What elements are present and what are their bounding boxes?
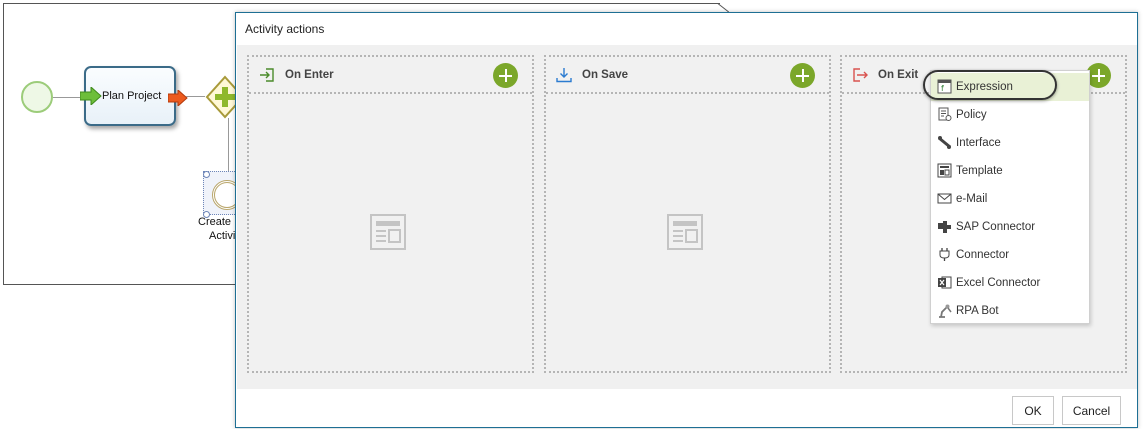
event-label-line2: Activi bbox=[209, 230, 236, 242]
panel-title: On Exit bbox=[878, 69, 919, 81]
expression-icon: f bbox=[937, 79, 952, 94]
cancel-button[interactable]: Cancel bbox=[1062, 396, 1121, 425]
selection-handle[interactable] bbox=[203, 171, 210, 178]
menu-item-rpa-bot[interactable]: RPA Bot bbox=[931, 297, 1089, 325]
menu-item-label: Expression bbox=[956, 81, 1013, 93]
task-plan-project[interactable]: Plan Project bbox=[80, 66, 188, 126]
dialog-title: Activity actions bbox=[245, 22, 325, 36]
sequence-flow bbox=[186, 96, 205, 97]
panel-title: On Enter bbox=[285, 69, 334, 81]
empty-placeholder-icon bbox=[370, 214, 406, 250]
menu-item-email[interactable]: e-Mail bbox=[931, 185, 1089, 213]
panel-on-enter: On Enter bbox=[247, 55, 534, 373]
menu-item-label: Excel Connector bbox=[956, 277, 1041, 289]
menu-item-excel-connector[interactable]: Excel Connector bbox=[931, 269, 1089, 297]
connector-icon bbox=[939, 248, 950, 261]
add-action-button[interactable] bbox=[493, 63, 518, 88]
panel-header: On Save bbox=[546, 57, 829, 94]
excel-icon bbox=[938, 276, 952, 289]
dialog-footer: OK Cancel bbox=[236, 389, 1137, 429]
add-action-button[interactable] bbox=[790, 63, 815, 88]
menu-item-label: Connector bbox=[956, 249, 1010, 261]
svg-text:f: f bbox=[941, 84, 944, 93]
empty-placeholder-icon bbox=[667, 214, 703, 250]
sap-connector-icon bbox=[938, 221, 951, 233]
panel-header: On Enter bbox=[249, 57, 532, 94]
email-icon bbox=[937, 193, 952, 204]
event-label-line1: Create bbox=[198, 216, 232, 228]
outgoing-arrow-icon bbox=[168, 90, 188, 106]
policy-icon bbox=[938, 107, 952, 121]
menu-item-label: RPA Bot bbox=[956, 305, 999, 317]
incoming-arrow-icon bbox=[80, 87, 102, 105]
ok-button[interactable]: OK bbox=[1012, 396, 1054, 425]
rpa-bot-icon bbox=[939, 304, 952, 318]
menu-item-label: Template bbox=[956, 165, 1003, 177]
panel-title: On Save bbox=[582, 69, 629, 81]
add-action-menu: f Expression Policy Interface Template e… bbox=[930, 70, 1090, 324]
menu-item-interface[interactable]: Interface bbox=[931, 129, 1089, 157]
menu-item-label: e-Mail bbox=[956, 193, 988, 205]
menu-item-expression[interactable]: f Expression bbox=[931, 73, 1089, 101]
save-download-icon bbox=[556, 68, 572, 83]
menu-item-label: Policy bbox=[956, 109, 987, 121]
menu-item-policy[interactable]: Policy bbox=[931, 101, 1089, 129]
menu-item-connector[interactable]: Connector bbox=[931, 241, 1089, 269]
exit-icon bbox=[853, 68, 868, 82]
enter-icon bbox=[260, 68, 274, 82]
menu-item-label: SAP Connector bbox=[956, 221, 1036, 233]
menu-item-sap-connector[interactable]: SAP Connector bbox=[931, 213, 1089, 241]
start-event[interactable] bbox=[21, 81, 53, 113]
menu-item-template[interactable]: Template bbox=[931, 157, 1089, 185]
panel-on-save: On Save bbox=[544, 55, 831, 373]
menu-item-label: Interface bbox=[956, 137, 1001, 149]
template-icon bbox=[937, 163, 952, 178]
sequence-flow bbox=[228, 118, 229, 171]
interface-icon bbox=[938, 136, 951, 149]
task-label: Plan Project bbox=[102, 90, 162, 102]
